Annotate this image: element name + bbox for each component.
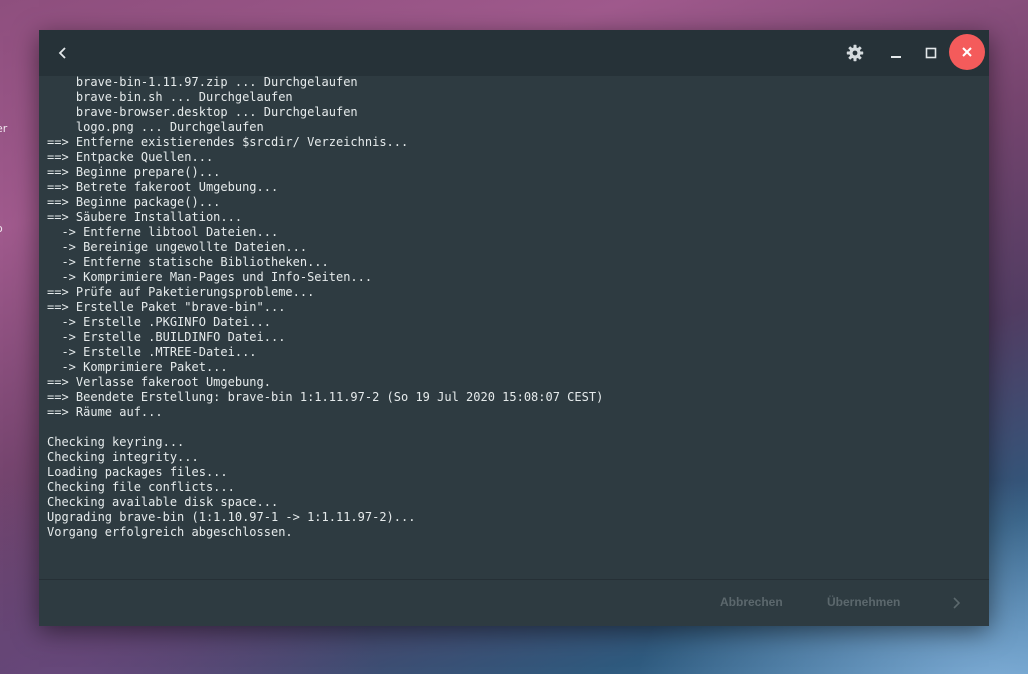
minimize-icon <box>891 56 901 58</box>
apply-button[interactable]: Übernehmen <box>827 595 900 609</box>
terminal-log: userpref-source-stealth.md ... Durchgela… <box>47 76 604 539</box>
close-icon <box>962 47 972 57</box>
maximize-icon <box>925 47 937 59</box>
desktop-icon-label: o <box>0 222 3 235</box>
abort-button[interactable]: Abbrechen <box>720 595 783 609</box>
gear-icon <box>846 44 864 62</box>
back-button[interactable] <box>49 39 77 67</box>
chevron-left-icon <box>58 47 66 59</box>
chevron-right-icon <box>953 597 961 609</box>
desktop-icon-label: er <box>0 122 8 135</box>
close-button[interactable] <box>949 34 985 70</box>
footer-bar: Abbrechen Übernehmen <box>39 579 989 626</box>
settings-button[interactable] <box>841 39 869 67</box>
minimize-button[interactable] <box>882 39 910 67</box>
maximize-button[interactable] <box>917 39 945 67</box>
package-manager-window: userpref-source-stealth.md ... Durchgela… <box>39 30 989 626</box>
next-button[interactable] <box>945 592 967 614</box>
terminal-output[interactable]: userpref-source-stealth.md ... Durchgela… <box>39 76 989 579</box>
title-bar <box>39 30 989 76</box>
